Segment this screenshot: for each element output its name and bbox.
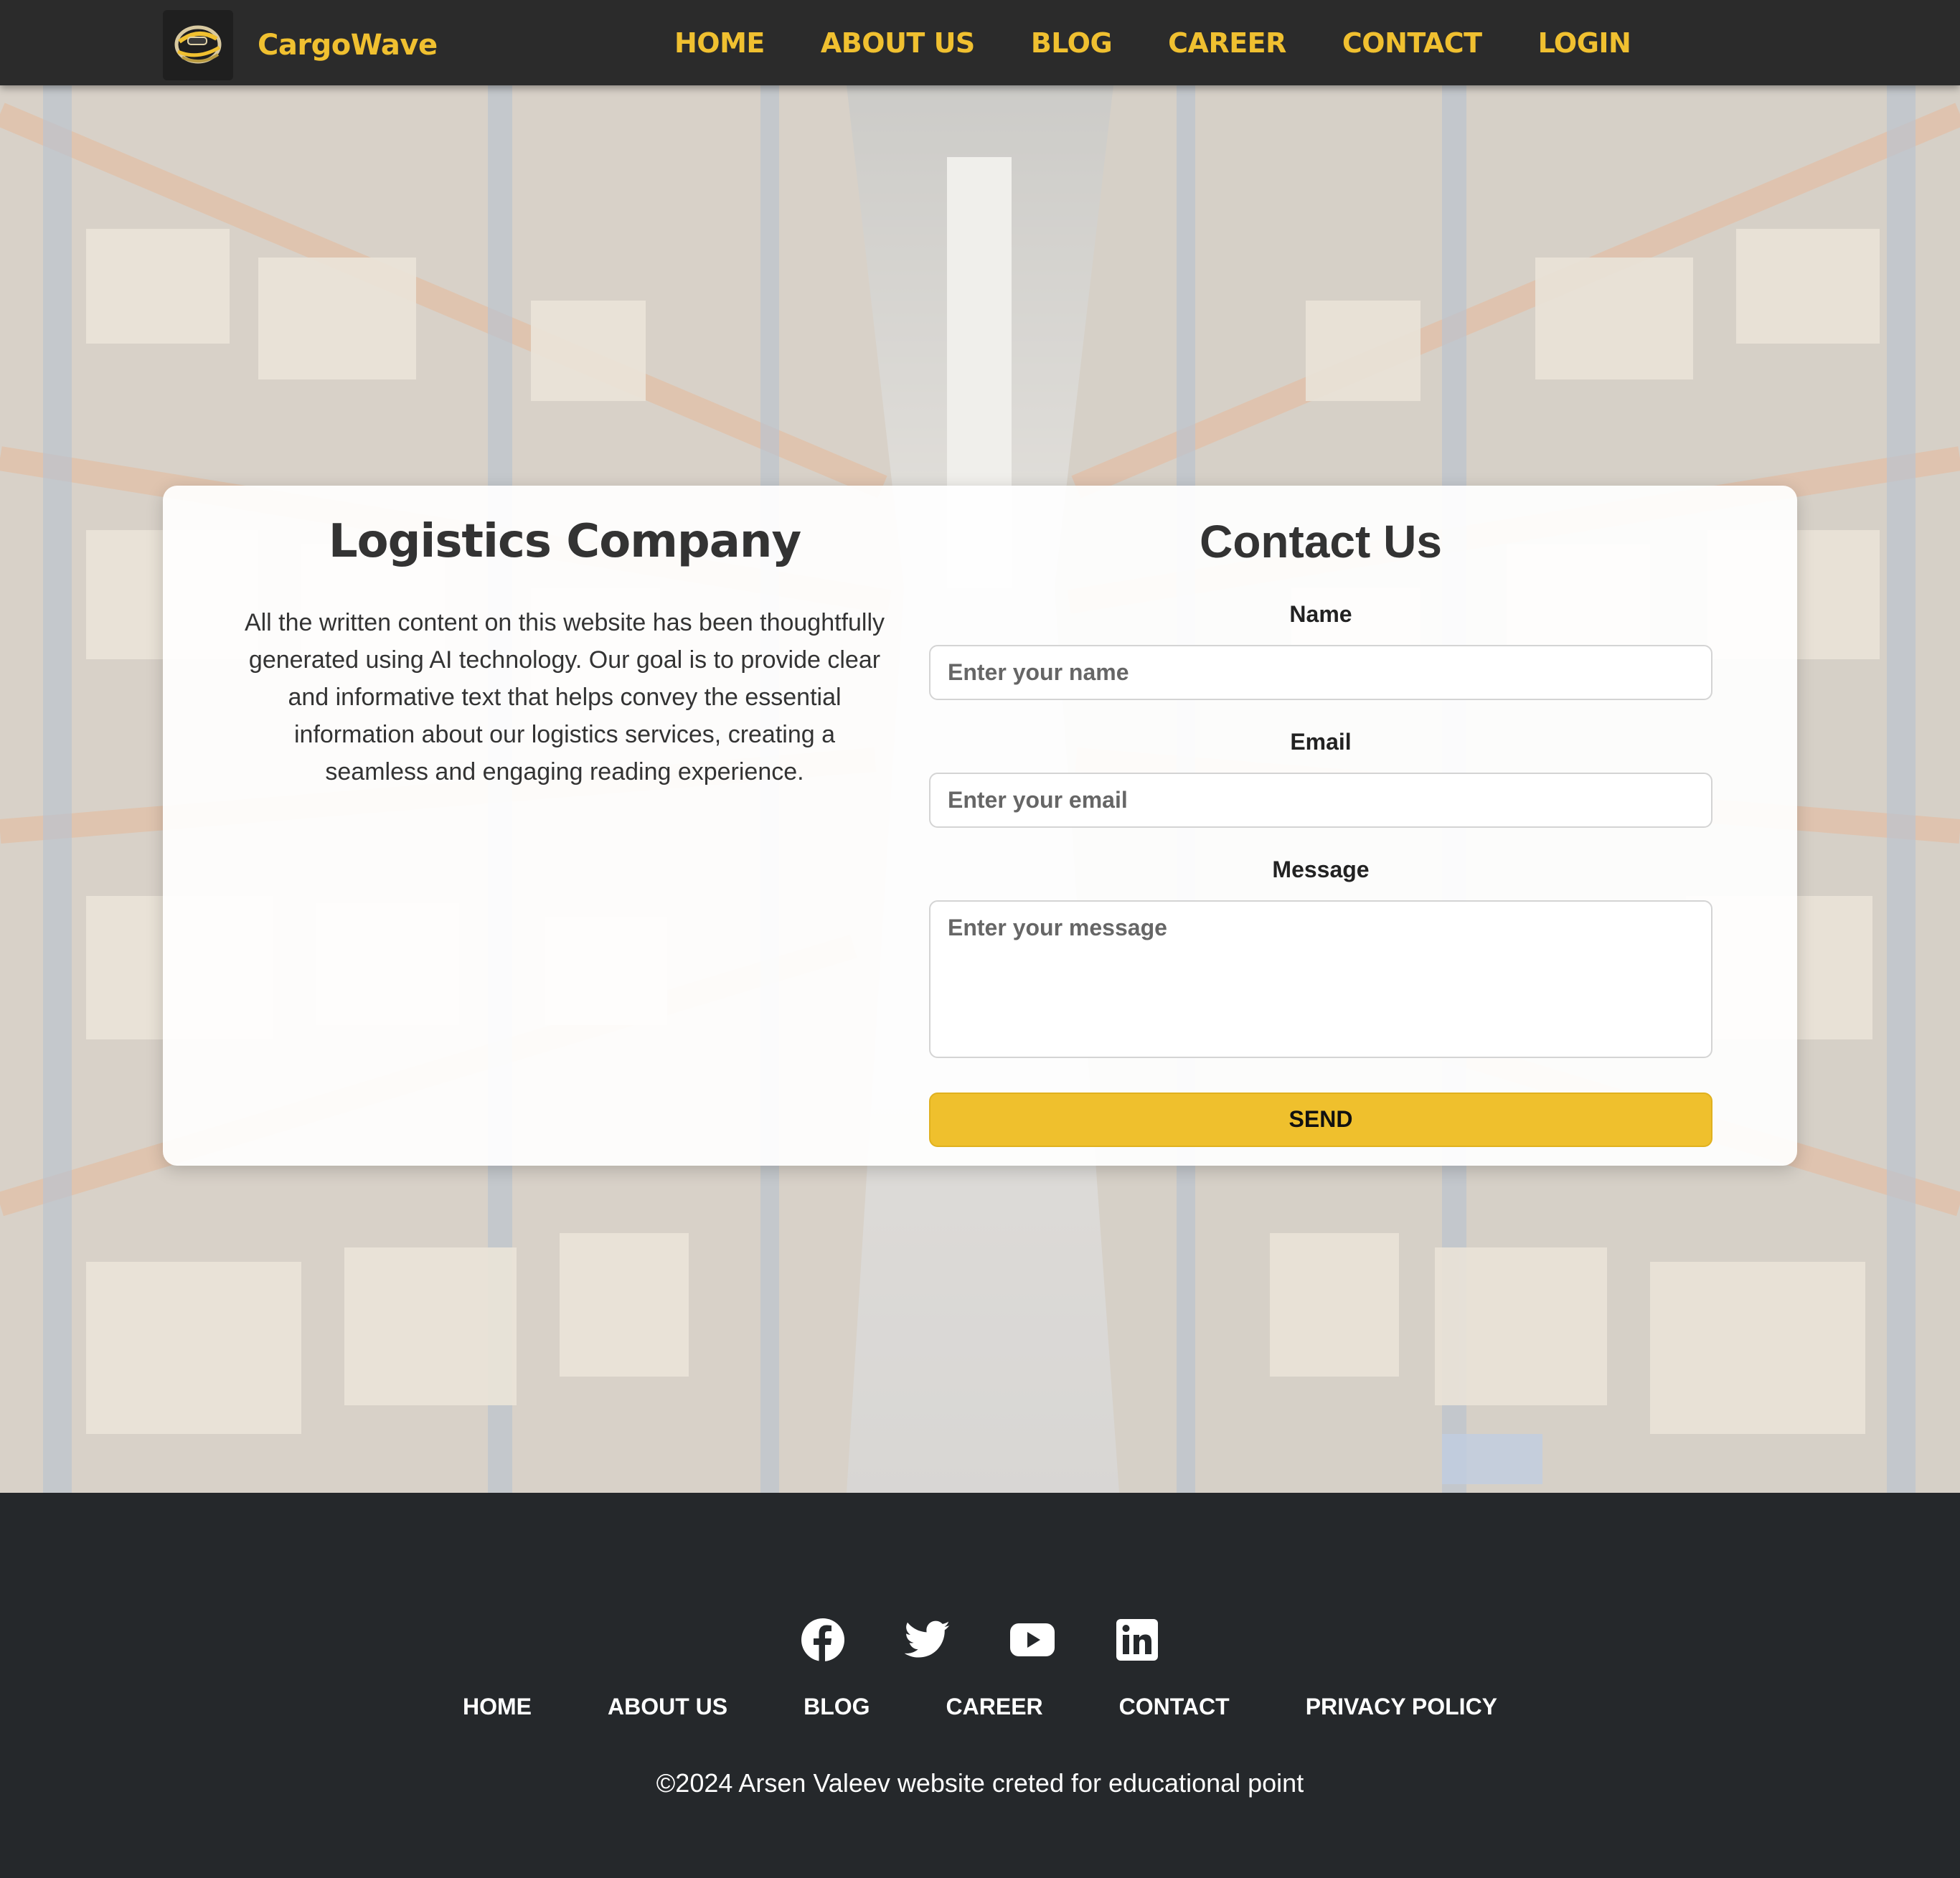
footer-nav-about-us[interactable]: ABOUT US: [608, 1694, 727, 1720]
name-label: Name: [1289, 600, 1352, 627]
email-input[interactable]: [929, 772, 1712, 828]
contact-title: Contact Us: [1200, 516, 1442, 567]
social-links: [0, 1615, 1960, 1665]
email-label: Email: [1290, 728, 1352, 755]
nav-contact[interactable]: CONTACT: [1342, 27, 1482, 59]
youtube-icon[interactable]: [1007, 1615, 1057, 1665]
content-card: Logistics Company All the written conten…: [163, 486, 1797, 1166]
message-textarea[interactable]: [929, 900, 1712, 1058]
contact-form: Contact Us Name Email Message SEND: [929, 514, 1712, 1147]
about-text: All the written content on this website …: [244, 608, 885, 785]
footer-nav: HOME ABOUT US BLOG CAREER CONTACT PRIVAC…: [0, 1694, 1960, 1720]
brand-name[interactable]: CargoWave: [258, 29, 438, 62]
nav-home[interactable]: HOME: [674, 27, 765, 59]
message-label: Message: [1272, 856, 1370, 882]
cargowave-logo[interactable]: [163, 10, 233, 80]
helmet-logo-icon: [174, 25, 222, 64]
linkedin-icon[interactable]: [1112, 1615, 1162, 1665]
footer-nav-blog[interactable]: BLOG: [804, 1694, 870, 1720]
nav-career[interactable]: CAREER: [1168, 27, 1286, 59]
facebook-icon[interactable]: [798, 1615, 848, 1665]
nav-blog[interactable]: BLOG: [1031, 27, 1113, 59]
send-button[interactable]: SEND: [929, 1092, 1712, 1147]
footer-nav-privacy-policy[interactable]: PRIVACY POLICY: [1306, 1694, 1497, 1720]
about-title: Logistics Company: [328, 515, 801, 568]
footer-nav-home[interactable]: HOME: [463, 1694, 532, 1720]
site-footer: HOME ABOUT US BLOG CAREER CONTACT PRIVAC…: [0, 1493, 1960, 1878]
footer-nav-career[interactable]: CAREER: [946, 1694, 1043, 1720]
about-section: Logistics Company All the written conten…: [242, 514, 887, 791]
footer-nav-contact[interactable]: CONTACT: [1119, 1694, 1230, 1720]
site-header: CargoWave HOME ABOUT US BLOG CAREER CONT…: [0, 0, 1960, 85]
brand[interactable]: CargoWave: [163, 10, 438, 80]
twitter-icon[interactable]: [903, 1615, 953, 1665]
copyright-text: ©2024 Arsen Valeev website creted for ed…: [656, 1768, 1304, 1798]
main-nav: HOME ABOUT US BLOG CAREER CONTACT LOGIN: [674, 0, 1631, 85]
nav-login[interactable]: LOGIN: [1538, 27, 1631, 59]
nav-about-us[interactable]: ABOUT US: [821, 27, 975, 59]
name-input[interactable]: [929, 644, 1712, 700]
